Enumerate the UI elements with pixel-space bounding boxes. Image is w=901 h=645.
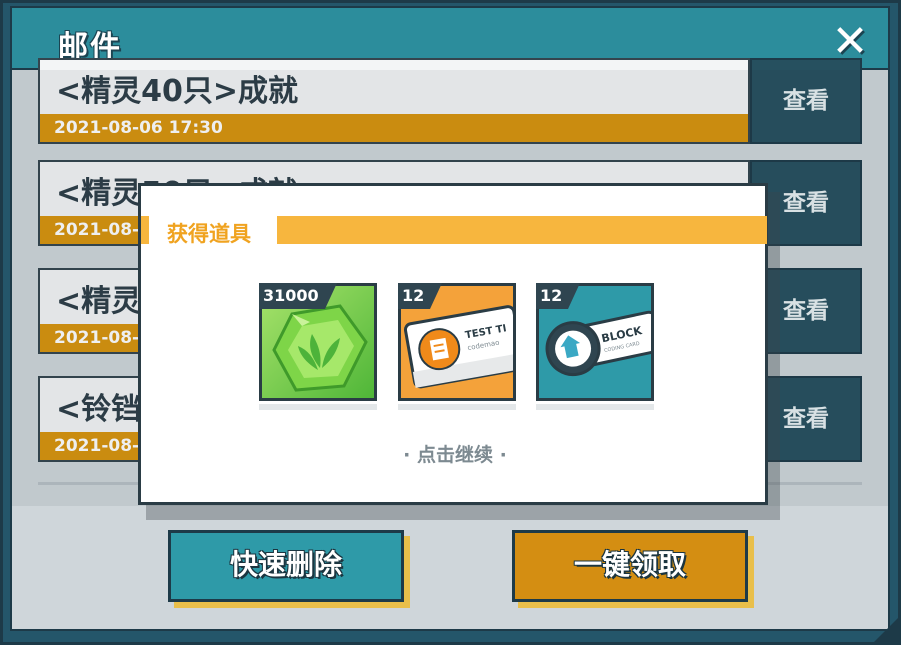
header-accent-left — [141, 216, 149, 244]
slot-shadow — [398, 404, 516, 410]
close-button[interactable]: ✕ — [830, 20, 870, 64]
slot-shadow — [259, 404, 377, 410]
claim-all-button[interactable]: 一键领取 — [512, 530, 748, 602]
corner-decoration — [871, 615, 901, 645]
header-accent-right — [277, 216, 767, 244]
mail-screen: 邮件 ✕ <精灵40只>成就 2021-08-06 17:30 查看 <精灵50… — [0, 0, 901, 645]
reward-item-test-card[interactable]: TEST TI codemao 12 — [398, 283, 525, 401]
item-count: 31000 — [259, 283, 337, 309]
item-count: 12 — [398, 283, 443, 309]
popup-title: 获得道具 — [167, 222, 251, 246]
popup-header: 获得道具 — [141, 216, 769, 246]
reward-item-block-card[interactable]: BLOCK CODING CARD 12 — [536, 283, 664, 401]
item-count: 12 — [536, 283, 581, 309]
slot-shadow — [536, 404, 654, 410]
reward-popup[interactable]: 获得道具 31000 TEST TI codemao 12 BLOCK CODI… — [138, 183, 768, 505]
quick-delete-button[interactable]: 快速删除 — [168, 530, 404, 602]
tap-to-continue[interactable]: · 点击继续 · — [141, 440, 769, 467]
reward-item-gem[interactable]: 31000 — [259, 283, 377, 401]
